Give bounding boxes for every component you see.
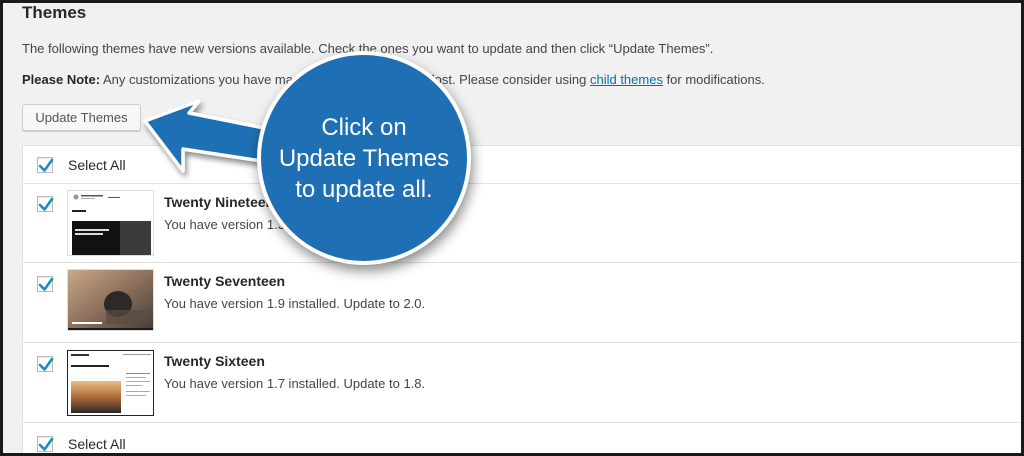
- callout-arrow-icon: [143, 99, 281, 173]
- screenshot-frame: Themes The following themes have new ver…: [0, 0, 1024, 456]
- callout-line-2: Update Themes: [278, 144, 450, 172]
- callout-line-3: to update all.: [295, 175, 433, 203]
- callout-line-1: Click on: [321, 113, 407, 141]
- callout-bubble: Click on Update Themes to update all.: [257, 51, 471, 265]
